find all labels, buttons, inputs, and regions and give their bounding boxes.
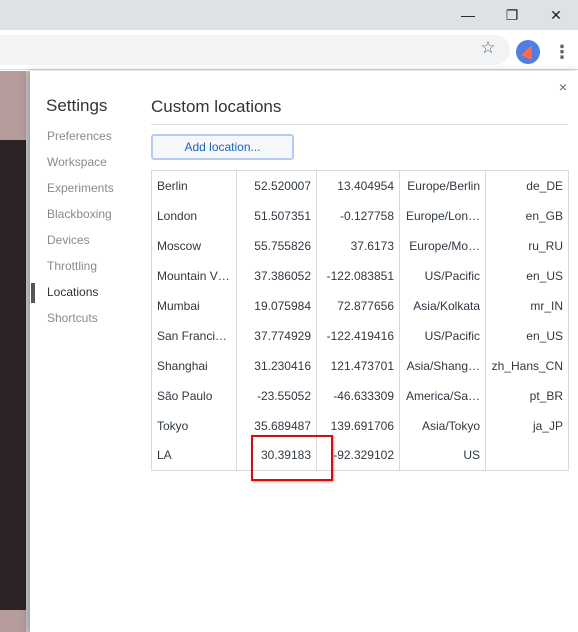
timezone-cell[interactable]: US [399, 440, 486, 471]
longitude-cell[interactable]: -122.083851 [316, 260, 400, 291]
location-row[interactable]: Mountain V… 37.386052 -122.083851 US/Pacifi… [151, 260, 569, 291]
nav-item-throttling[interactable]: Throttling [30, 253, 140, 279]
location-name-cell[interactable]: Shanghai [151, 350, 237, 381]
timezone-cell[interactable]: US/Pacific [399, 260, 486, 291]
timezone-cell[interactable]: America/Sa… [399, 380, 486, 411]
latitude-cell[interactable]: 51.507351 [236, 200, 317, 231]
timezone-cell[interactable]: Asia/Shang… [399, 350, 486, 381]
latitude-cell[interactable]: 55.755826 [236, 230, 317, 261]
location-row[interactable]: London 51.507351 -0.127758 Europe/Lon… en_GB [151, 200, 569, 231]
locations-table: Berlin 52.520007 13.404954 Europe/Berlin de_… [151, 170, 569, 471]
timezone-cell[interactable]: Asia/Kolkata [399, 290, 486, 321]
nav-item-shortcuts[interactable]: Shortcuts [30, 305, 140, 331]
settings-title: Settings [46, 96, 108, 115]
timezone-cell[interactable]: Europe/Lon… [399, 200, 486, 231]
location-name-cell[interactable]: Mumbai [151, 290, 237, 321]
locale-cell[interactable]: en_GB [486, 201, 569, 231]
close-icon[interactable]: × [556, 79, 570, 97]
location-row[interactable]: São Paulo -23.55052 -46.633309 America/Sa… p… [151, 380, 569, 411]
longitude-cell[interactable]: -0.127758 [316, 200, 400, 231]
latitude-cell[interactable]: -23.55052 [236, 380, 317, 411]
nav-item-devices[interactable]: Devices [30, 227, 140, 253]
location-name-cell[interactable]: São Paulo [151, 380, 237, 411]
location-name-cell[interactable]: LA [151, 440, 237, 471]
longitude-cell[interactable]: -122.419416 [316, 320, 400, 351]
location-name-cell[interactable]: Berlin [151, 170, 237, 201]
locale-cell[interactable]: mr_IN [486, 291, 569, 321]
timezone-cell[interactable]: US/Pacific [399, 320, 486, 351]
location-name-cell[interactable]: Tokyo [151, 410, 237, 441]
locale-cell[interactable]: ja_JP [486, 411, 569, 441]
location-row[interactable]: San Francisco 37.774929 -122.419416 US/Paci… [151, 320, 569, 351]
latitude-cell[interactable]: 37.774929 [236, 320, 317, 351]
location-row[interactable]: Moscow 55.755826 37.6173 Europe/Mo… ru_RU [151, 230, 569, 261]
timezone-cell[interactable]: Europe/Mo… [399, 230, 486, 261]
location-name-cell[interactable]: Moscow [151, 230, 237, 261]
devtools-settings-dialog: × Settings Preferences Workspace Experimen… [30, 71, 578, 632]
location-row[interactable]: LA 30.39183 -92.329102 US [151, 440, 569, 471]
timezone-cell[interactable]: Asia/Tokyo [399, 410, 486, 441]
nav-item-blackboxing[interactable]: Blackboxing [30, 201, 140, 227]
window-titlebar: — ❐ ✕ [0, 0, 578, 30]
section-title: Custom locations [151, 97, 282, 116]
highlight-box [251, 435, 333, 481]
location-name-cell[interactable]: San Francisco [151, 320, 237, 351]
nav-item-workspace[interactable]: Workspace [30, 149, 140, 175]
longitude-cell[interactable]: 13.404954 [316, 170, 400, 201]
nav-item-experiments[interactable]: Experiments [30, 175, 140, 201]
locale-cell[interactable]: en_US [486, 261, 569, 291]
longitude-cell[interactable]: 72.877656 [316, 290, 400, 321]
location-row[interactable]: Mumbai 19.075984 72.877656 Asia/Kolkata mr_I… [151, 290, 569, 321]
longitude-cell[interactable]: -46.633309 [316, 380, 400, 411]
locale-cell[interactable]: zh_Hans_CN [486, 351, 569, 381]
location-name-cell[interactable]: London [151, 200, 237, 231]
bookmark-star-icon[interactable]: ☆ [478, 38, 498, 58]
latitude-cell[interactable]: 37.386052 [236, 260, 317, 291]
locale-cell[interactable]: de_DE [486, 171, 569, 201]
latitude-cell[interactable]: 19.075984 [236, 290, 317, 321]
location-row[interactable]: Shanghai 31.230416 121.473701 Asia/Shang… zh… [151, 350, 569, 381]
add-location-button[interactable]: Add location... [151, 134, 294, 160]
timezone-cell[interactable]: Europe/Berlin [399, 170, 486, 201]
close-window-button[interactable]: ✕ [534, 0, 578, 30]
browser-menu-icon[interactable]: ⋮ [553, 39, 571, 65]
profile-avatar-icon[interactable] [516, 40, 540, 64]
address-bar[interactable] [0, 35, 510, 65]
location-row[interactable]: Berlin 52.520007 13.404954 Europe/Berlin de_… [151, 170, 569, 201]
locale-cell[interactable]: pt_BR [486, 381, 569, 411]
location-name-cell[interactable]: Mountain V… [151, 260, 237, 291]
restore-button[interactable]: ❐ [490, 0, 534, 30]
latitude-cell[interactable]: 31.230416 [236, 350, 317, 381]
background-image-dark [0, 140, 26, 610]
locale-cell[interactable]: ru_RU [486, 231, 569, 261]
location-row[interactable]: Tokyo 35.689487 139.691706 Asia/Tokyo ja_JP [151, 410, 569, 441]
minimize-button[interactable]: — [446, 0, 490, 30]
latitude-cell[interactable]: 52.520007 [236, 170, 317, 201]
section-divider [151, 124, 568, 125]
longitude-cell[interactable]: 121.473701 [316, 350, 400, 381]
locale-cell[interactable] [486, 441, 569, 471]
nav-item-preferences[interactable]: Preferences [30, 123, 140, 149]
longitude-cell[interactable]: 37.6173 [316, 230, 400, 261]
locale-cell[interactable]: en_US [486, 321, 569, 351]
nav-item-locations[interactable]: Locations [30, 279, 140, 305]
settings-nav: Preferences Workspace Experiments Blackboxi… [30, 123, 140, 331]
browser-toolbar: ☆ [0, 30, 578, 70]
